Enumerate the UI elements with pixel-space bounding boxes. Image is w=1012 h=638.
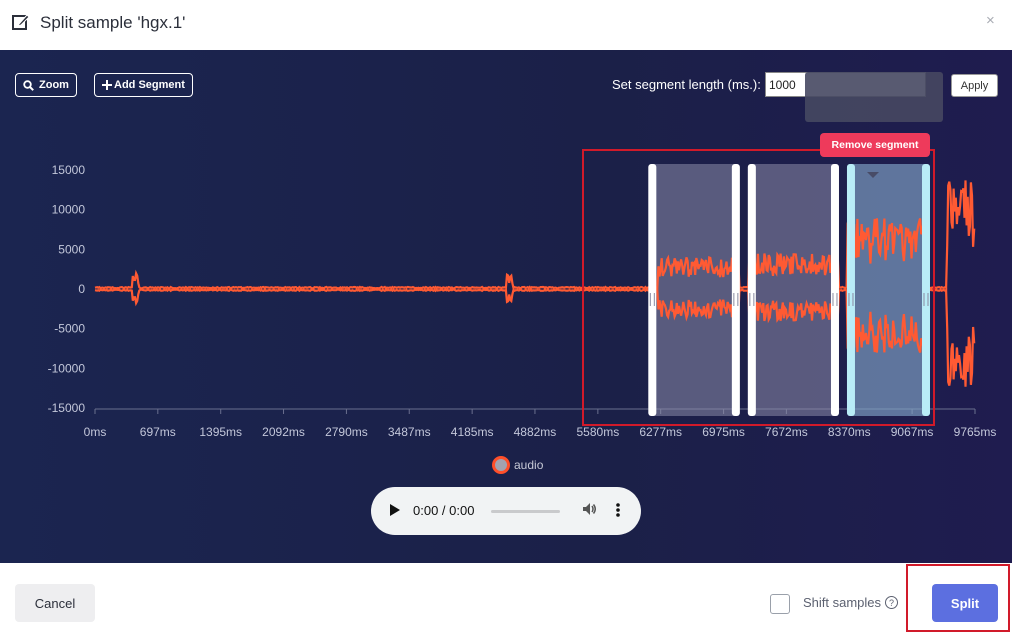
edit-icon: [12, 14, 30, 30]
help-icon[interactable]: ?: [885, 596, 898, 609]
y-tick-label: 10000: [52, 203, 86, 217]
x-tick-label: 6277ms: [639, 425, 682, 439]
x-tick-label: 4185ms: [451, 425, 494, 439]
x-tick-label: 6975ms: [702, 425, 745, 439]
shift-samples-label: Shift samples: [803, 595, 882, 610]
split-button[interactable]: Split: [932, 584, 998, 622]
remove-segment-button[interactable]: Remove segment: [820, 133, 930, 157]
close-icon[interactable]: ×: [986, 12, 995, 29]
segment-region[interactable]: [846, 164, 930, 416]
play-icon[interactable]: [390, 504, 400, 516]
waveform-line-lower: [94, 287, 976, 387]
x-tick-label: 3487ms: [388, 425, 431, 439]
x-tick-label: 2092ms: [262, 425, 305, 439]
segment-handle-left[interactable]: [846, 164, 855, 416]
segment-handle-left[interactable]: [747, 164, 756, 416]
seek-bar[interactable]: [491, 510, 560, 513]
segment-handle-right[interactable]: [921, 164, 930, 416]
cancel-button[interactable]: Cancel: [15, 584, 95, 622]
audio-player: 0:00 / 0:00: [371, 487, 641, 535]
y-tick-label: -10000: [48, 361, 86, 375]
y-tick-label: -5000: [54, 322, 85, 336]
modal-title: Split sample 'hgx.1': [40, 13, 186, 32]
x-tick-label: 1395ms: [199, 425, 242, 439]
x-tick-label: 8370ms: [828, 425, 871, 439]
chart-legend[interactable]: audio: [492, 456, 543, 474]
legend-label: audio: [514, 458, 544, 472]
more-options-icon[interactable]: [615, 502, 621, 518]
segment-region[interactable]: [648, 164, 740, 416]
x-tick-label: 5580ms: [577, 425, 620, 439]
volume-icon[interactable]: [581, 501, 597, 517]
modal-header: Split sample 'hgx.1' ×: [0, 0, 1012, 50]
x-tick-label: 7672ms: [765, 425, 808, 439]
x-tick-label: 9765ms: [954, 425, 997, 439]
y-tick-label: 5000: [58, 242, 85, 256]
x-tick-label: 9067ms: [891, 425, 934, 439]
segment-handle-left[interactable]: [648, 164, 657, 416]
segment-region[interactable]: [747, 164, 839, 416]
player-time: 0:00 / 0:00: [413, 503, 475, 518]
y-tick-label: 15000: [52, 163, 86, 177]
y-tick-label: 0: [78, 282, 85, 296]
tooltip-caret: [867, 172, 879, 178]
segment-handle-right[interactable]: [731, 164, 740, 416]
segment-handle-right[interactable]: [830, 164, 839, 416]
x-tick-label: 2790ms: [325, 425, 368, 439]
y-tick-label: -15000: [48, 401, 86, 415]
x-tick-label: 4882ms: [514, 425, 557, 439]
x-tick-label: 697ms: [140, 425, 176, 439]
legend-marker: [492, 456, 510, 474]
segment-tooltip: [805, 72, 943, 122]
split-sample-modal: Split sample 'hgx.1' × Zoom Add Segment …: [0, 0, 1012, 638]
x-tick-label: 0ms: [84, 425, 107, 439]
shift-samples-checkbox[interactable]: [770, 594, 790, 614]
waveform-line-upper: [94, 180, 976, 291]
